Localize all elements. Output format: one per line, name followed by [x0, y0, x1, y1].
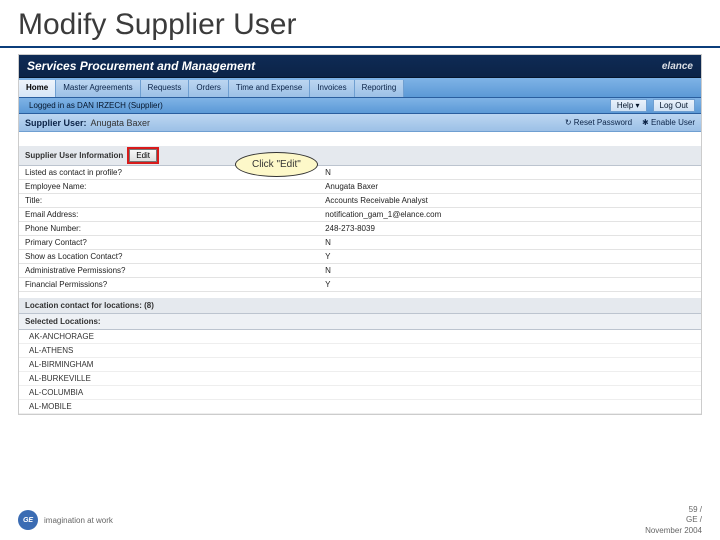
field-label: Financial Permissions?	[19, 278, 319, 292]
table-row: Employee Name:Anugata Baxer	[19, 180, 701, 194]
ge-logo-icon: GE	[18, 510, 38, 530]
tab-reporting[interactable]: Reporting	[355, 80, 405, 97]
field-label: Title:	[19, 194, 319, 208]
nav-tabs: Home Master Agreements Requests Orders T…	[19, 78, 701, 98]
info-table: Listed as contact in profile?N Employee …	[19, 166, 701, 292]
reset-password-link[interactable]: ↻ Reset Password	[565, 118, 632, 127]
tab-home[interactable]: Home	[19, 80, 56, 97]
list-item: AL-BURKEVILLE	[19, 372, 701, 386]
page-title: Modify Supplier User	[0, 0, 720, 48]
field-value: Y	[319, 250, 701, 264]
list-item: AL-ATHENS	[19, 344, 701, 358]
list-item: AL-BIRMINGHAM	[19, 358, 701, 372]
tab-time-expense[interactable]: Time and Expense	[229, 80, 310, 97]
field-value: notification_gam_1@elance.com	[319, 208, 701, 222]
table-row: Phone Number:248-273-8039	[19, 222, 701, 236]
footer-org: GE /	[645, 515, 702, 525]
table-row: Administrative Permissions?N	[19, 264, 701, 278]
field-label: Primary Contact?	[19, 236, 319, 250]
location-list: AK-ANCHORAGE AL-ATHENS AL-BIRMINGHAM AL-…	[19, 330, 701, 414]
field-value: N	[319, 264, 701, 278]
selected-locations-title: Selected Locations:	[25, 317, 101, 326]
slide-footer: GE imagination at work 59 / GE / Novembe…	[18, 505, 702, 536]
field-label: Administrative Permissions?	[19, 264, 319, 278]
location-contact-title: Location contact for locations: (8)	[25, 301, 154, 310]
app-window: Services Procurement and Management elan…	[18, 54, 702, 415]
field-value: N	[319, 166, 701, 180]
list-item: AL-COLUMBIA	[19, 386, 701, 400]
field-label: Email Address:	[19, 208, 319, 222]
field-value: N	[319, 236, 701, 250]
field-value: Y	[319, 278, 701, 292]
footer-date: November 2004	[645, 526, 702, 536]
supplier-info-title: Supplier User Information	[25, 151, 123, 160]
list-item: AK-ANCHORAGE	[19, 330, 701, 344]
utility-bar: Logged in as DAN IRZECH (Supplier) Help …	[19, 98, 701, 114]
field-value: Anugata Baxer	[319, 180, 701, 194]
selected-locations-header: Selected Locations:	[19, 314, 701, 330]
tab-master-agreements[interactable]: Master Agreements	[56, 80, 140, 97]
callout-bubble: Click "Edit"	[235, 152, 318, 177]
table-row: Listed as contact in profile?N	[19, 166, 701, 180]
login-status: Logged in as DAN IRZECH (Supplier)	[25, 101, 163, 110]
field-value: Accounts Receivable Analyst	[319, 194, 701, 208]
page-header-label: Supplier User:	[25, 118, 87, 128]
table-row: Email Address:notification_gam_1@elance.…	[19, 208, 701, 222]
field-label: Employee Name:	[19, 180, 319, 194]
logout-button[interactable]: Log Out	[653, 99, 695, 112]
page-header-value: Anugata Baxer	[91, 118, 151, 128]
footer-page: 59 /	[645, 505, 702, 515]
field-label: Show as Location Contact?	[19, 250, 319, 264]
tab-invoices[interactable]: Invoices	[310, 80, 354, 97]
table-row: Financial Permissions?Y	[19, 278, 701, 292]
titlebar: Services Procurement and Management elan…	[19, 55, 701, 78]
tab-orders[interactable]: Orders	[189, 80, 228, 97]
edit-button[interactable]: Edit	[129, 149, 157, 162]
brand-label: elance	[662, 61, 693, 72]
table-row: Title:Accounts Receivable Analyst	[19, 194, 701, 208]
footer-tagline: imagination at work	[44, 516, 113, 525]
enable-user-link[interactable]: ✱ Enable User	[642, 118, 695, 127]
field-label: Phone Number:	[19, 222, 319, 236]
field-value: 248-273-8039	[319, 222, 701, 236]
list-item: AL-MOBILE	[19, 400, 701, 414]
tab-requests[interactable]: Requests	[141, 80, 190, 97]
table-row: Primary Contact?N	[19, 236, 701, 250]
location-contact-header: Location contact for locations: (8)	[19, 298, 701, 314]
app-title: Services Procurement and Management	[27, 59, 255, 73]
supplier-info-header: Supplier User Information Edit	[19, 146, 701, 166]
table-row: Show as Location Contact?Y	[19, 250, 701, 264]
help-dropdown[interactable]: Help ▾	[610, 99, 647, 112]
page-header: Supplier User: Anugata Baxer ↻ Reset Pas…	[19, 114, 701, 132]
